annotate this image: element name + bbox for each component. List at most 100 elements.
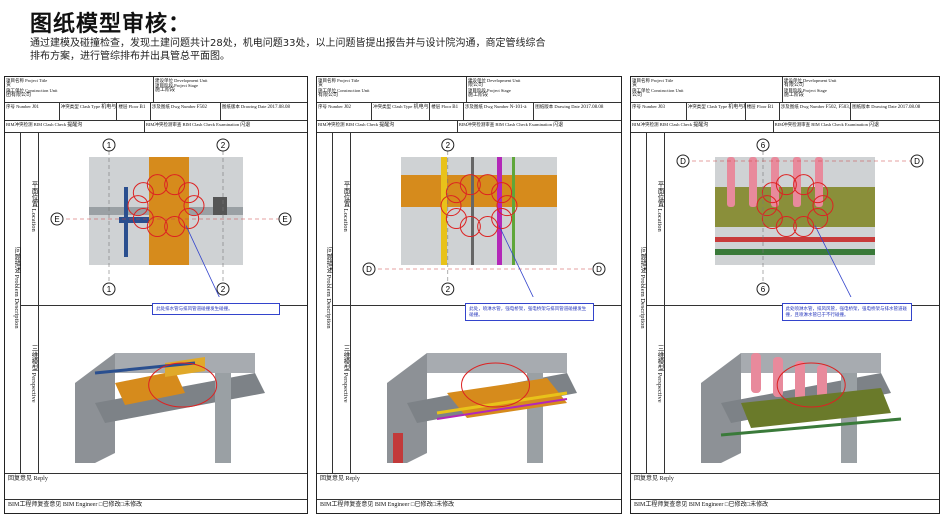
project-title-cell: 项目名称 Project Title 贵施工单位 Construction Uni…: [631, 77, 783, 102]
sheet-header-row: 项目名称 Project Title 贵施工单位 Construction Uni…: [5, 77, 307, 103]
svg-text:D: D: [596, 265, 602, 274]
svg-text:1: 1: [107, 285, 112, 294]
meta-cell: 图纸版本 Drawing Date 2017.08.08: [851, 103, 941, 120]
meta-cell: 涉及图纸 Dwg Number F502: [151, 103, 221, 120]
project-title-cell: 项目名称 Project Title 贵施工单位 Construction Uni…: [5, 77, 154, 102]
modified-checkbox[interactable]: □已修改□未修改: [99, 502, 142, 508]
meta-cell: 楼层 Floor B1: [746, 103, 780, 120]
meta-value: B1: [139, 105, 146, 110]
sheet-meta-row: 序号 Number J02冲突类型 Clash Type 机电与机电楼层 Flo…: [317, 103, 621, 121]
development-unit-cell: 建设单位 Development Unit 限公司 项目阶段 Project Sta…: [467, 77, 621, 102]
meta-value: 机电与机电: [728, 105, 744, 110]
plan-position-label: 平面位置 Location: [342, 181, 349, 232]
meta-value: B1: [767, 105, 774, 110]
meta-value: J01: [32, 105, 39, 110]
construction-unit-value: 公司: [632, 93, 643, 98]
sheet-check-row: BIM冲突检测 BIM Clash Check 提醒沟 BIM冲突检测审查 BIM…: [5, 121, 307, 133]
plan-view-drawing: 6 6 D D: [676, 138, 924, 297]
bim-exam-cell: BIM冲突检测审查 BIM Clash Check Examination 闪退: [774, 121, 939, 132]
reply-row: 回复意见 Reply: [5, 473, 307, 499]
sheet-check-row: BIM冲突检测 BIM Clash Check 提醒沟 BIM冲突检测审查 BIM…: [631, 121, 939, 133]
meta-label: 冲突类型 Clash Type: [373, 104, 414, 109]
development-unit-cell: 建设单位 Development Unit 有限公司 项目阶段 Project St…: [783, 77, 939, 102]
meta-label: 涉及图纸 Dwg Number: [780, 104, 826, 109]
meta-value: F502, F503, T-501: [825, 105, 850, 110]
reply-row: 回复意见 Reply: [631, 473, 939, 499]
meta-label: 图纸版本 Drawing Date: [852, 104, 898, 109]
meta-cell: 冲突类型 Clash Type 机电与机电: [372, 103, 431, 120]
report-sheet: 项目名称 Project Title 贵施工单位 Construction Uni…: [4, 76, 308, 514]
plan-view-drawing: 1 1 2 2 E E: [50, 138, 292, 297]
reply-label: 回复意见 Reply: [634, 476, 674, 482]
meta-cell: 图纸版本 Drawing Date 2017.08.08: [534, 103, 623, 120]
meta-value: N-101-a: [509, 105, 527, 110]
svg-text:2: 2: [221, 141, 226, 150]
perspective-3d-model: [701, 353, 902, 463]
meta-cell: 楼层 Floor B1: [117, 103, 151, 120]
bim-exam-label: BIM冲突检测审查 BIM Clash Check Examination: [458, 122, 554, 127]
bim-check-label: BIM冲突检测 BIM Clash Check: [632, 122, 694, 127]
construction-unit-value: 团有限公司: [6, 93, 32, 98]
bim-check-cell: BIM冲突检测 BIM Clash Check 提醒沟: [631, 121, 774, 132]
meta-cell: 冲突类型 Clash Type 机电与机电: [687, 103, 746, 120]
perspective-3d-model: [75, 353, 265, 463]
meta-label: 楼层 Floor: [746, 104, 768, 109]
report-sheet: 项目名称 Project Title 贵施工单位 Construction Uni…: [316, 76, 622, 514]
meta-cell: 图纸版本 Drawing Date 2017.08.08: [221, 103, 309, 120]
meta-value: J02: [344, 105, 351, 110]
sheet-header-row: 项目名称 Project Title 贵施工单位 Construction Uni…: [631, 77, 939, 103]
svg-text:2: 2: [446, 141, 451, 150]
reply-row: 回复意见 Reply: [317, 473, 621, 499]
bim-check-label: BIM冲突检测 BIM Clash Check: [6, 122, 68, 127]
meta-cell: 楼层 Floor B1: [430, 103, 464, 120]
bim-exam-value: 闪退: [240, 123, 251, 128]
bim-exam-cell: BIM冲突检测审查 BIM Clash Check Examination 闪退: [458, 121, 621, 132]
modified-checkbox[interactable]: □已修改□未修改: [725, 502, 768, 508]
meta-cell: 序号 Number J03: [631, 103, 687, 120]
modified-checkbox[interactable]: □已修改□未修改: [411, 502, 454, 508]
svg-text:D: D: [914, 157, 920, 166]
meta-value: J03: [658, 105, 665, 110]
plan-position-label: 平面位置 Location: [30, 181, 37, 232]
report-sheet: 项目名称 Project Title 贵施工单位 Construction Uni…: [630, 76, 940, 514]
page-description: 通过建模及碰撞检查，发现土建问题共计28处，机电问题33处，以上问题皆提出报告并…: [30, 38, 546, 62]
problem-description-label: 问题描述 Problem Description: [325, 247, 332, 329]
meta-value: 机电与机电: [413, 105, 430, 110]
svg-text:2: 2: [446, 285, 451, 294]
meta-value: 2017.08.08: [580, 105, 604, 110]
problem-description-label: 问题描述 Problem Description: [639, 247, 646, 329]
meta-label: 楼层 Floor: [118, 104, 140, 109]
svg-text:D: D: [680, 157, 686, 166]
svg-text:D: D: [366, 265, 372, 274]
perspective-label: 三维模型 Perspective: [656, 345, 663, 403]
reply-label: 回复意见 Reply: [8, 476, 48, 482]
sheet-meta-row: 序号 Number J03冲突类型 Clash Type 机电与机电楼层 Flo…: [631, 103, 939, 121]
meta-cell: 冲突类型 Clash Type 机电与机电: [60, 103, 118, 120]
bim-check-value: 提醒沟: [693, 123, 709, 128]
svg-text:E: E: [282, 215, 287, 224]
meta-value: B1: [452, 105, 459, 110]
perspective-label: 三维模型 Perspective: [30, 345, 37, 403]
problem-description-label: 问题描述 Problem Description: [13, 247, 20, 329]
bim-check-cell: BIM冲突检测 BIM Clash Check 提醒沟: [317, 121, 458, 132]
plan-view-drawing: 2 2 D D: [362, 138, 606, 297]
issue-callout: 此处，喷淋水管，强电桥架，强电桥架与排风管道碰撞发生碰撞。: [465, 303, 594, 321]
meta-label: 序号 Number: [6, 104, 32, 109]
meta-label: 楼层 Floor: [431, 104, 453, 109]
development-unit-cell: 建设单位 Development Unit 项目阶段 Project Stage 施…: [154, 77, 307, 102]
meta-label: 冲突类型 Clash Type: [60, 104, 102, 109]
meta-label: 涉及图纸 Dwg Number: [151, 104, 197, 109]
construction-unit-value: 有限公司: [318, 93, 339, 98]
bim-exam-value: 闪退: [553, 123, 564, 128]
issue-callout: 此处喷淋水管，排风风管，强电桥架，强电桥架与排水管道碰撞，且喷淋水管已于不行碰撞…: [781, 303, 912, 321]
svg-text:6: 6: [761, 141, 766, 150]
svg-text:6: 6: [761, 285, 766, 294]
sheet-check-row: BIM冲突检测 BIM Clash Check 提醒沟 BIM冲突检测审查 BIM…: [317, 121, 621, 133]
bim-engineer-label: BIM工程师复查意见 BIM Engineer: [634, 502, 725, 508]
meta-cell: 涉及图纸 Dwg Number F502, F503, T-501: [780, 103, 852, 120]
svg-text:E: E: [54, 215, 59, 224]
svg-text:1: 1: [107, 141, 112, 150]
bim-engineer-row: BIM工程师复查意见 BIM Engineer □已修改□未修改: [5, 499, 307, 515]
page-title: 图纸模型审核：: [30, 12, 192, 37]
bim-engineer-label: BIM工程师复查意见 BIM Engineer: [8, 502, 99, 508]
